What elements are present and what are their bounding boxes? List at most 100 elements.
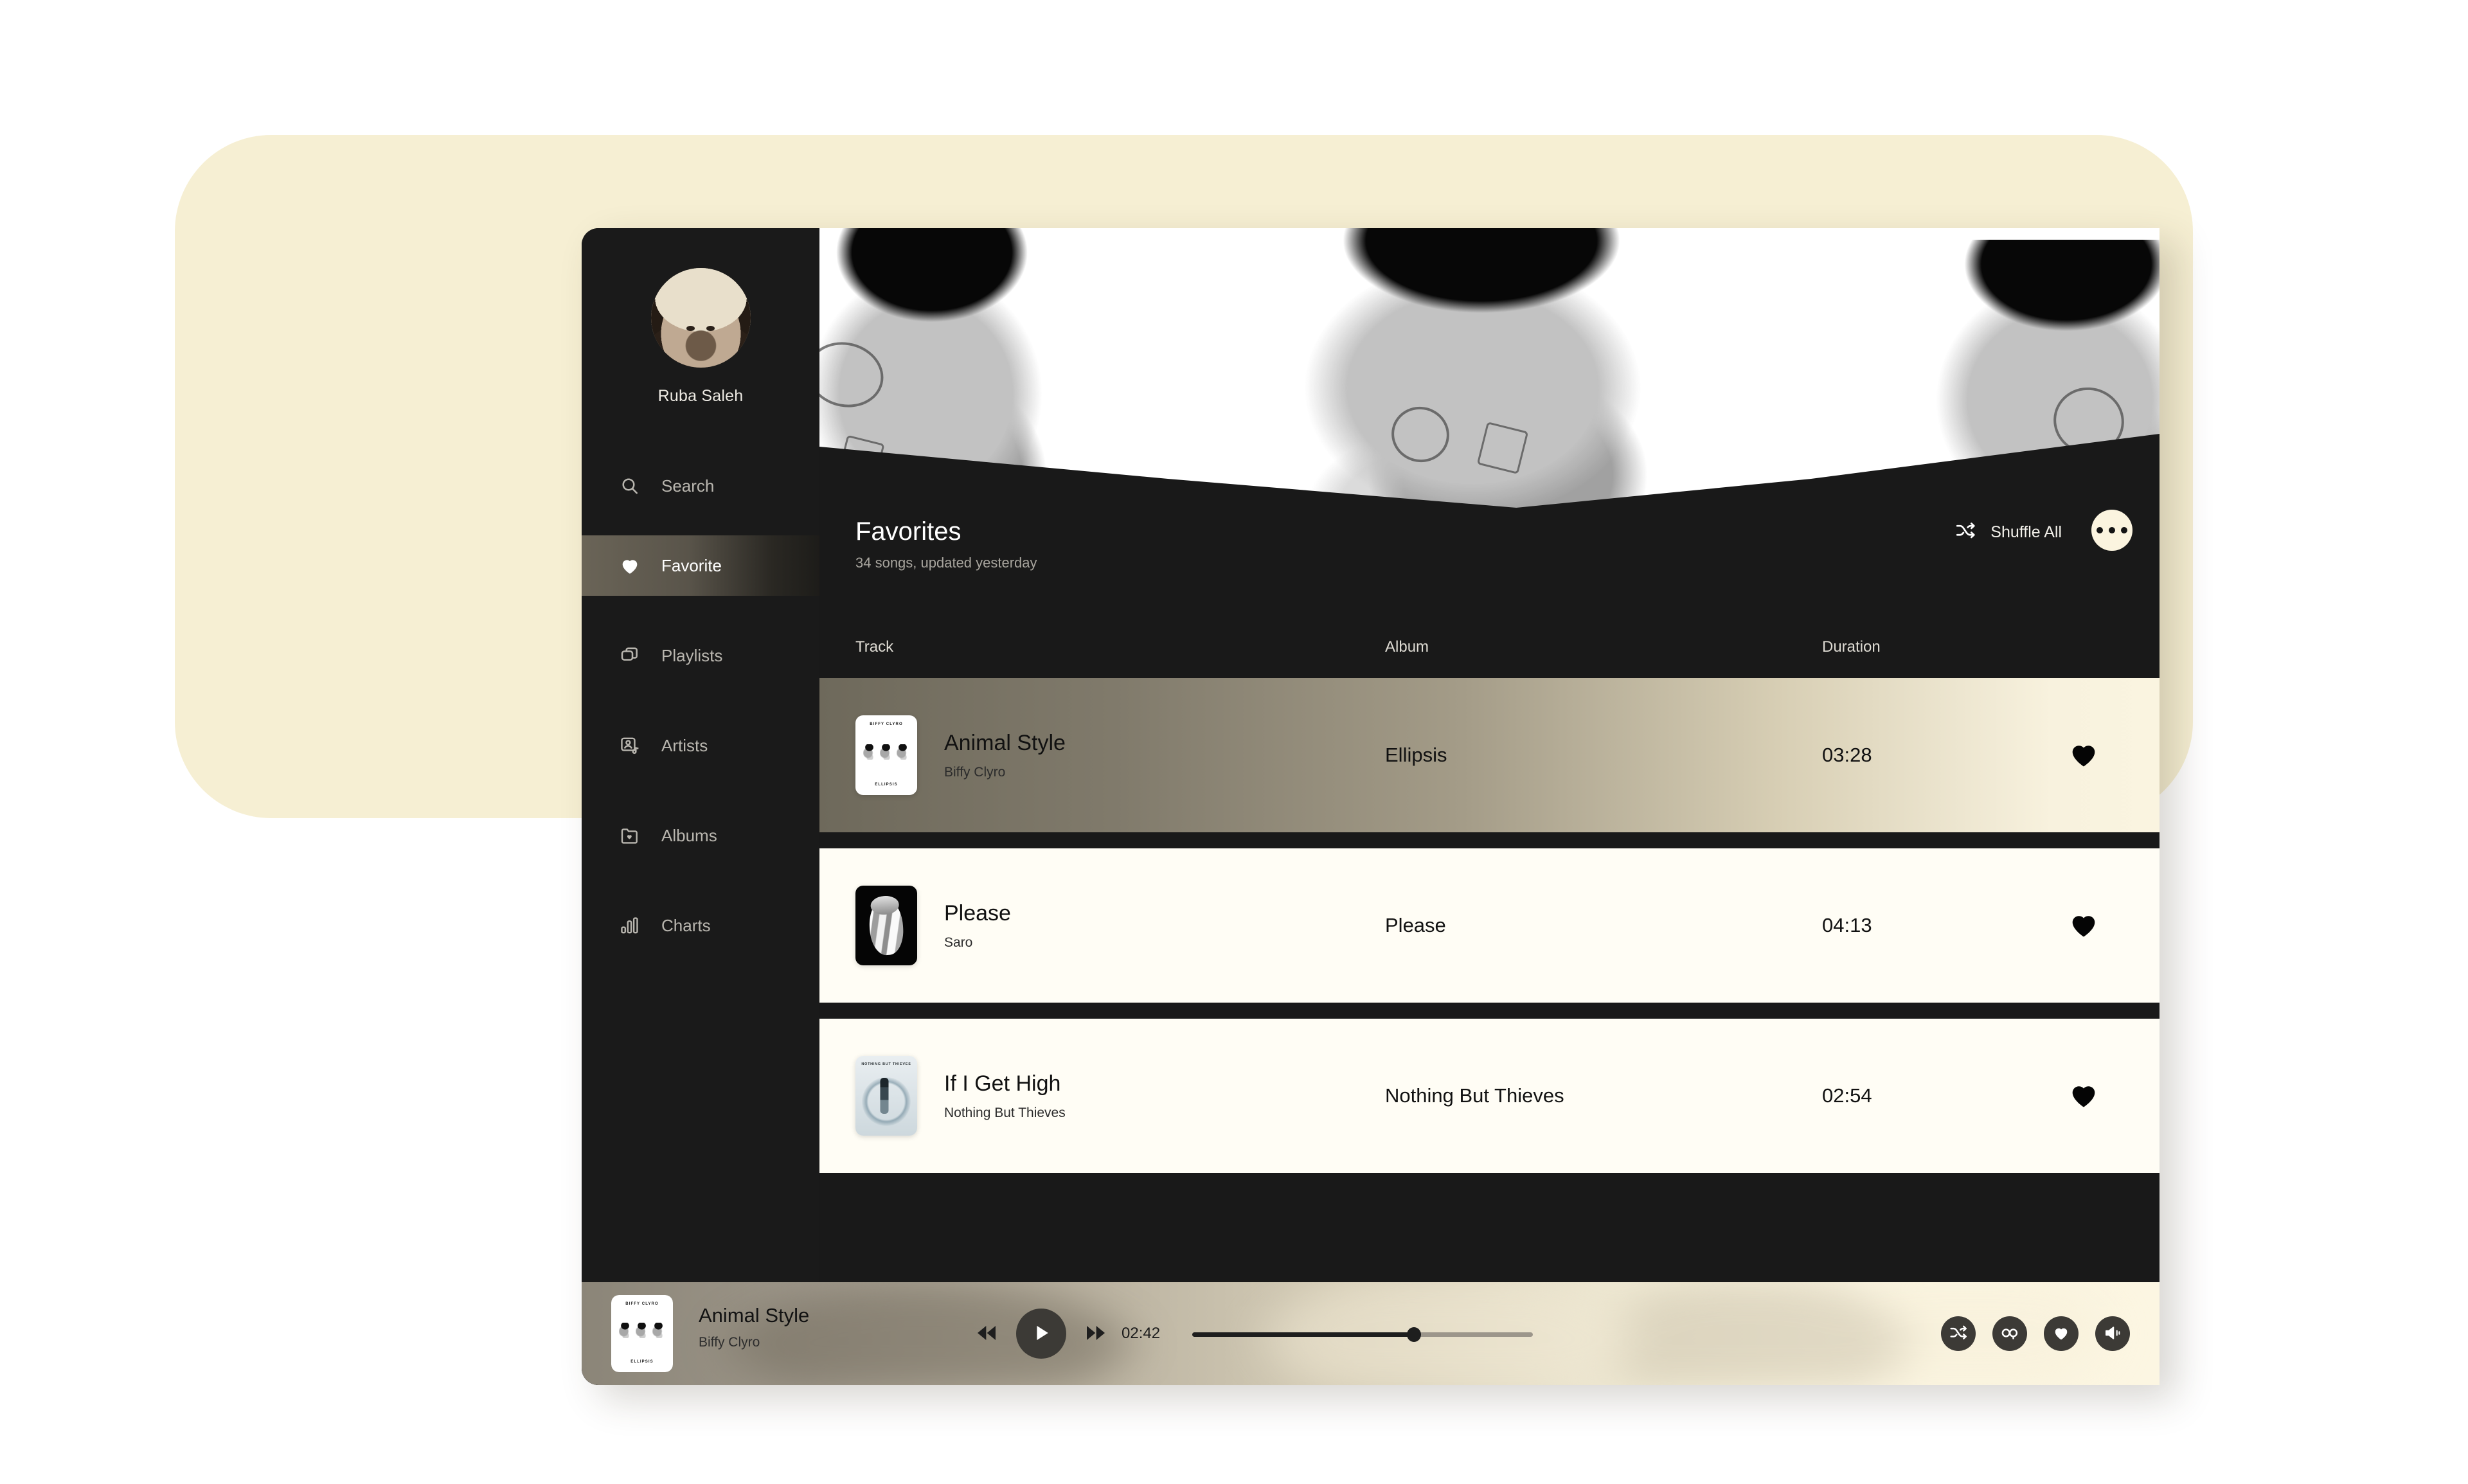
fast-forward-icon <box>1083 1320 1109 1348</box>
now-playing-title: Animal Style <box>699 1304 810 1327</box>
playlists-icon <box>619 645 641 666</box>
sidebar-item-favorite[interactable]: Favorite <box>582 535 819 596</box>
album-art-top-text: BIFFY CLYRO <box>625 1302 659 1306</box>
favorite-toggle[interactable] <box>2066 907 2102 944</box>
track-duration: 02:54 <box>1822 1084 1872 1107</box>
shuffle-icon <box>1954 520 1976 545</box>
hero-figure-body <box>1263 228 1700 530</box>
avatar[interactable] <box>650 268 751 368</box>
column-header-track: Track <box>855 638 894 656</box>
sidebar-item-artists[interactable]: Artists <box>582 715 819 776</box>
shuffle-all-button[interactable]: Shuffle All <box>1954 520 2062 545</box>
track-album: Ellipsis <box>1385 744 1447 766</box>
album-art-top-text: NOTHING BUT THIEVES <box>861 1062 911 1066</box>
player-bar: BIFFY CLYRO ELLIPSIS Animal Style Biffy … <box>582 1282 2160 1385</box>
track-duration: 04:13 <box>1822 914 1872 936</box>
now-playing-meta: Animal Style Biffy Clyro <box>699 1304 809 1350</box>
repeat-button[interactable] <box>1992 1316 2027 1351</box>
track-title: Please <box>944 900 1011 925</box>
sidebar-item-label: Charts <box>661 915 711 935</box>
favorite-toggle[interactable] <box>2066 1078 2102 1114</box>
heart-icon <box>2052 1323 2071 1345</box>
column-header-album: Album <box>1385 638 1429 656</box>
now-playing-artist: Biffy Clyro <box>699 1335 760 1350</box>
sidebar-item-label: Favorite <box>661 555 722 575</box>
track-artist: Saro <box>944 934 973 950</box>
main-content: Favorites 34 songs, updated yesterday Sh… <box>819 228 2160 1385</box>
elapsed-time: 02:42 <box>1122 1325 1161 1342</box>
album-art: NOTHING BUT THIEVES <box>855 1056 917 1136</box>
play-button[interactable] <box>1016 1309 1066 1359</box>
track-meta: If I Get High Nothing But Thieves <box>944 1071 1291 1121</box>
sidebar-item-label: Search <box>661 476 715 496</box>
album-art-figure <box>618 1323 630 1339</box>
album-art-figure <box>863 744 874 760</box>
track-artist: Biffy Clyro <box>944 764 1006 780</box>
now-playing-album-art: BIFFY CLYRO ELLIPSIS <box>611 1295 673 1372</box>
album-art-figure <box>880 1078 889 1114</box>
page-title: Favorites <box>855 517 961 546</box>
album-art-figure <box>652 1323 664 1339</box>
album-art-figure <box>867 897 906 957</box>
screenshot-root: Ruba Saleh Search Favorite Playlists Art… <box>0 0 2468 1484</box>
sidebar-item-charts[interactable]: Charts <box>582 895 819 956</box>
sidebar-item-label: Artists <box>661 735 708 755</box>
sidebar-item-albums[interactable]: Albums <box>582 805 819 866</box>
track-album: Nothing But Thieves <box>1385 1084 1564 1107</box>
track-table-header: Track Album Duration <box>819 627 2160 678</box>
favorite-button[interactable] <box>2044 1316 2079 1351</box>
volume-button[interactable] <box>2095 1316 2130 1351</box>
shuffle-icon <box>1949 1323 1968 1345</box>
repeat-icon <box>2000 1323 2019 1345</box>
album-art-top-text: BIFFY CLYRO <box>870 722 903 726</box>
sidebar-item-playlists[interactable]: Playlists <box>582 625 819 686</box>
progress-slider[interactable] <box>1192 1327 1533 1342</box>
table-row[interactable]: NOTHING BUT THIEVES If I Get High Nothin… <box>819 1019 2160 1173</box>
shuffle-button[interactable] <box>1941 1316 1976 1351</box>
album-art-figure <box>636 1323 647 1339</box>
favorite-toggle[interactable] <box>2066 737 2102 774</box>
playlist-header: Favorites 34 songs, updated yesterday Sh… <box>819 510 2160 627</box>
player-actions <box>1941 1282 2130 1385</box>
user-profile[interactable]: Ruba Saleh <box>582 228 819 406</box>
user-name: Ruba Saleh <box>657 387 744 405</box>
rewind-icon <box>974 1320 999 1348</box>
dot <box>2109 527 2115 533</box>
sidebar-item-search[interactable]: Search <box>582 456 819 516</box>
playlist-subtitle: 34 songs, updated yesterday <box>855 555 1037 571</box>
music-app-window: Ruba Saleh Search Favorite Playlists Art… <box>582 228 2160 1385</box>
progress-knob[interactable] <box>1406 1327 1421 1342</box>
album-art-figure <box>897 744 908 760</box>
sidebar: Ruba Saleh Search Favorite Playlists Art… <box>582 228 819 1385</box>
album-art <box>855 886 917 965</box>
playback-controls <box>974 1282 1109 1385</box>
progress-fill <box>1192 1332 1414 1337</box>
dot <box>2097 527 2103 533</box>
hero-image <box>819 228 2160 530</box>
play-icon <box>1030 1321 1053 1346</box>
sidebar-item-label: Albums <box>661 825 717 845</box>
album-art-bottom-text: ELLIPSIS <box>875 783 898 787</box>
heart-icon <box>619 555 641 577</box>
artists-icon <box>619 735 641 756</box>
sidebar-nav: Search Favorite Playlists Artists Albums… <box>582 456 819 956</box>
sidebar-item-label: Playlists <box>661 645 723 665</box>
previous-button[interactable] <box>974 1320 999 1348</box>
track-album: Please <box>1385 914 1446 936</box>
track-title: Animal Style <box>944 730 1066 755</box>
column-header-duration: Duration <box>1822 638 1881 656</box>
table-row[interactable]: BIFFY CLYRO ELLIPSIS Animal Style Biffy … <box>819 678 2160 832</box>
track-artist: Nothing But Thieves <box>944 1105 1066 1120</box>
shuffle-all-label: Shuffle All <box>1990 523 2062 541</box>
dot <box>2121 527 2127 533</box>
track-list: BIFFY CLYRO ELLIPSIS Animal Style Biffy … <box>819 678 2160 1385</box>
more-options-button[interactable] <box>2091 510 2133 551</box>
search-icon <box>619 475 641 497</box>
track-meta: Animal Style Biffy Clyro <box>944 731 1291 780</box>
track-title: If I Get High <box>944 1071 1061 1096</box>
table-row[interactable]: Please Saro Please 04:13 <box>819 848 2160 1003</box>
next-button[interactable] <box>1083 1320 1109 1348</box>
album-art: BIFFY CLYRO ELLIPSIS <box>855 715 917 795</box>
album-art-bottom-text: ELLIPSIS <box>630 1360 654 1364</box>
album-art-figure <box>880 744 891 760</box>
